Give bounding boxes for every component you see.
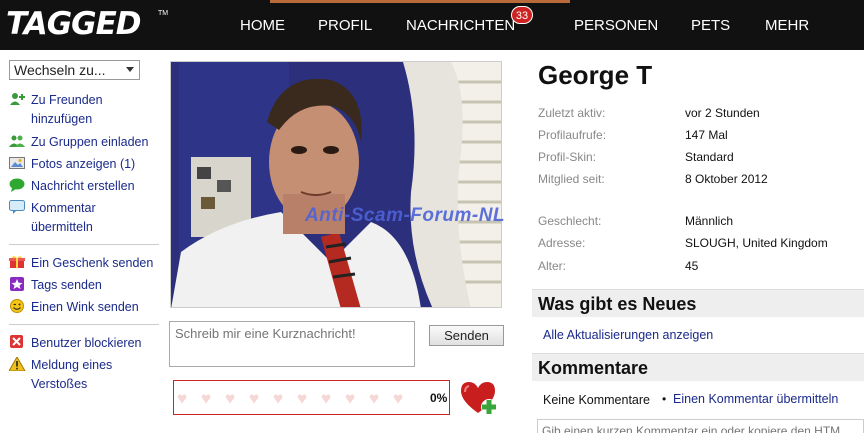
comment-input[interactable] bbox=[537, 419, 864, 433]
detail-label-profile-skin: Profil-Skin: bbox=[538, 150, 597, 164]
sidebar-item-label: Nachricht erstellen bbox=[31, 179, 135, 193]
submit-comment-link[interactable]: Einen Kommentar übermitteln bbox=[673, 392, 838, 406]
meter-heart: ♥ bbox=[369, 389, 380, 408]
short-message-input[interactable] bbox=[169, 321, 415, 367]
message-icon bbox=[9, 178, 26, 192]
meter-heart: ♥ bbox=[321, 389, 332, 408]
tagged-logo[interactable]: TAGGED bbox=[6, 6, 142, 42]
sidebar-item-compose-message[interactable]: Nachricht erstellen bbox=[9, 177, 135, 196]
detail-value-gender: Männlich bbox=[685, 214, 734, 228]
meter-heart: ♥ bbox=[249, 389, 260, 408]
sidebar-item-label: Einen Wink senden bbox=[31, 300, 139, 314]
sidebar-item-send-tags[interactable]: Tags senden bbox=[9, 276, 102, 295]
sidebar-item-submit-comment[interactable]: Kommentar übermitteln bbox=[9, 199, 129, 237]
sidebar-item-label: Zu Freunden hinzufügen bbox=[31, 93, 103, 126]
detail-value-profile-views: 147 Mal bbox=[685, 128, 728, 142]
switch-to-dropdown[interactable]: Wechseln zu... bbox=[9, 60, 140, 80]
show-all-updates-link[interactable]: Alle Aktualisierungen anzeigen bbox=[543, 328, 713, 342]
top-nav-bar: TAGGED TM HOME PROFIL NACHRICHTEN 33 PER… bbox=[0, 0, 864, 50]
watermark-text: Anti-Scam-Forum-NL bbox=[305, 205, 506, 226]
profile-name: George T bbox=[538, 60, 653, 90]
add-friend-icon bbox=[9, 92, 26, 106]
sidebar-item-label: Benutzer blockieren bbox=[31, 336, 142, 350]
sidebar-item-send-gift[interactable]: Ein Geschenk senden bbox=[9, 254, 153, 273]
nav-pets[interactable]: PETS bbox=[691, 17, 730, 34]
chevron-down-icon bbox=[126, 67, 134, 72]
meter-heart: ♥ bbox=[345, 389, 356, 408]
warning-icon bbox=[8, 355, 26, 372]
sidebar-item-label: Ein Geschenk senden bbox=[31, 256, 154, 270]
sidebar-item-send-wink[interactable]: Einen Wink senden bbox=[9, 298, 139, 317]
sidebar-item-label: Meldung eines Verstoßes bbox=[31, 358, 113, 391]
comment-icon bbox=[9, 200, 26, 214]
meter-heart: ♥ bbox=[177, 389, 188, 408]
detail-value-profile-skin: Standard bbox=[685, 150, 734, 164]
gift-icon bbox=[9, 255, 26, 269]
wink-icon bbox=[9, 299, 26, 313]
nav-mehr[interactable]: MEHR bbox=[765, 17, 809, 34]
hearts-meter: ♥ ♥ ♥ ♥ ♥ ♥ ♥ ♥ ♥ ♥ 0% bbox=[173, 380, 450, 415]
sidebar-item-photos[interactable]: Fotos anzeigen (1) bbox=[9, 155, 135, 174]
meter-heart: ♥ bbox=[273, 389, 284, 408]
meter-heart: ♥ bbox=[297, 389, 308, 408]
detail-label-last-active: Zuletzt aktiv: bbox=[538, 106, 606, 120]
add-heart-icon[interactable] bbox=[459, 379, 501, 417]
detail-label-age: Alter: bbox=[538, 259, 567, 273]
meter-percent: 0% bbox=[430, 391, 448, 405]
block-icon bbox=[9, 335, 26, 349]
meter-heart: ♥ bbox=[393, 389, 404, 408]
sidebar-item-block-user[interactable]: Benutzer blockieren bbox=[9, 334, 141, 353]
switch-to-value: Wechseln zu... bbox=[14, 62, 106, 78]
detail-value-age: 45 bbox=[685, 259, 699, 273]
nav-nachrichten[interactable]: NACHRICHTEN bbox=[406, 17, 515, 34]
sidebar-item-label: Kommentar übermitteln bbox=[31, 201, 96, 234]
meter-heart: ♥ bbox=[201, 389, 212, 408]
sidebar-item-add-friend[interactable]: Zu Freunden hinzufügen bbox=[9, 91, 139, 129]
photos-icon bbox=[9, 156, 26, 170]
nav-profil[interactable]: PROFIL bbox=[318, 17, 372, 34]
sidebar-item-label: Fotos anzeigen (1) bbox=[31, 157, 136, 171]
tag-star-icon bbox=[9, 277, 26, 291]
meter-heart: ♥ bbox=[225, 389, 236, 408]
detail-label-profile-views: Profilaufrufe: bbox=[538, 128, 607, 142]
group-invite-icon bbox=[9, 134, 26, 148]
sidebar-item-report-violation[interactable]: Meldung eines Verstoßes bbox=[8, 355, 119, 394]
nav-home[interactable]: HOME bbox=[240, 17, 285, 34]
sidebar-divider bbox=[9, 324, 159, 325]
no-comments-text: Keine Kommentare bbox=[543, 393, 651, 407]
comments-title: Kommentare bbox=[538, 358, 649, 378]
detail-label-address: Adresse: bbox=[538, 236, 586, 250]
top-banner-strip bbox=[270, 0, 570, 3]
detail-value-address: SLOUGH, United Kingdom bbox=[685, 236, 828, 250]
detail-value-member-since: 8 Oktober 2012 bbox=[685, 172, 768, 186]
separator-bullet: • bbox=[662, 392, 667, 406]
messages-count-badge[interactable]: 33 bbox=[511, 6, 533, 24]
sidebar-item-invite-groups[interactable]: Zu Gruppen einladen bbox=[9, 133, 148, 152]
detail-label-member-since: Mitglied seit: bbox=[538, 172, 605, 186]
sidebar-item-label: Tags senden bbox=[31, 278, 102, 292]
profile-photo[interactable] bbox=[170, 61, 502, 308]
trademark-mark: TM bbox=[158, 10, 169, 17]
sidebar-divider bbox=[9, 244, 159, 245]
nav-personen[interactable]: PERSONEN bbox=[574, 17, 658, 34]
detail-value-last-active: vor 2 Stunden bbox=[685, 106, 760, 120]
detail-label-gender: Geschlecht: bbox=[538, 214, 602, 228]
news-title: Was gibt es Neues bbox=[538, 294, 697, 314]
sidebar-item-label: Zu Gruppen einladen bbox=[31, 135, 149, 149]
send-button[interactable]: Senden bbox=[429, 325, 504, 346]
